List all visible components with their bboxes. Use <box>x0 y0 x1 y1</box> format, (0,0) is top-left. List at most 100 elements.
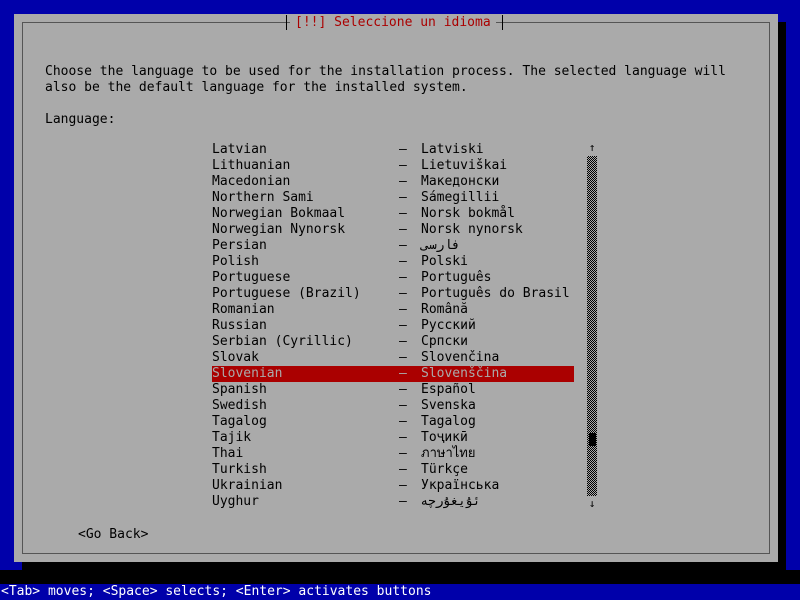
language-english-name: Thai <box>212 446 244 461</box>
language-english-name: Ukrainian <box>212 478 283 493</box>
language-native-name: Lietuviškai <box>421 158 508 173</box>
language-native-name: Português do Brasil <box>421 286 570 301</box>
language-native-name: Српски <box>421 334 468 349</box>
language-list-item[interactable]: Romanian – Română <box>212 302 574 318</box>
language-english-name: Romanian <box>212 302 275 317</box>
scrollbar-thumb[interactable] <box>589 433 596 446</box>
language-native-name: Македонски <box>421 174 500 189</box>
language-native-name: Slovenčina <box>421 350 500 365</box>
language-native-name: Tagalog <box>421 414 476 429</box>
language-list-item[interactable]: Russian – Русский <box>212 318 574 334</box>
language-english-name: Norwegian Bokmaal <box>212 206 346 221</box>
language-native-name: Українська <box>421 478 500 493</box>
language-separator-dash: – <box>399 462 407 477</box>
language-english-name: Lithuanian <box>212 158 291 173</box>
language-separator-dash: – <box>399 382 407 397</box>
language-native-name: فارسی <box>421 238 461 253</box>
language-list-item[interactable]: Serbian (Cyrillic) – Српски <box>212 334 574 350</box>
language-list-item[interactable]: Uyghur – ئۇيغۇرچە <box>212 494 574 510</box>
language-english-name: Portuguese (Brazil) <box>212 286 361 301</box>
language-native-name: Türkçe <box>421 462 468 477</box>
scrollbar-trough[interactable] <box>587 156 597 496</box>
title-tick-right <box>502 15 503 30</box>
language-native-name: Latviski <box>421 142 484 157</box>
language-separator-dash: – <box>399 270 407 285</box>
language-separator-dash: – <box>399 254 407 269</box>
language-native-name: Тоҷикӣ <box>421 430 468 445</box>
language-list-item[interactable]: Slovak – Slovenčina <box>212 350 574 366</box>
language-separator-dash: – <box>399 238 407 253</box>
installer-screen: [!!] Seleccione un idioma Choose the lan… <box>0 0 800 600</box>
language-native-name: Polski <box>421 254 468 269</box>
language-english-name: Macedonian <box>212 174 291 189</box>
language-native-name: Norsk bokmål <box>421 206 515 221</box>
language-separator-dash: – <box>399 142 407 157</box>
language-separator-dash: – <box>399 478 407 493</box>
language-list-item[interactable]: Tagalog – Tagalog <box>212 414 574 430</box>
language-english-name: Serbian (Cyrillic) <box>212 334 353 349</box>
language-english-name: Tagalog <box>212 414 267 429</box>
language-english-name: Northern Sami <box>212 190 314 205</box>
language-separator-dash: – <box>399 318 407 333</box>
language-english-name: Slovenian <box>212 366 283 381</box>
language-native-name: Português <box>421 270 492 285</box>
language-separator-dash: – <box>399 158 407 173</box>
language-native-name: Slovenščina <box>421 366 508 381</box>
language-native-name: Русский <box>421 318 476 333</box>
language-list-item[interactable]: Macedonian – Македонски <box>212 174 574 190</box>
language-native-name: ภาษาไทย <box>421 446 476 461</box>
language-separator-dash: – <box>399 430 407 445</box>
language-native-name: Sámegillii <box>421 190 500 205</box>
scroll-up-arrow-icon[interactable]: ↑ <box>586 142 598 154</box>
language-list-item[interactable]: Portuguese (Brazil) – Português do Brasil <box>212 286 574 302</box>
language-english-name: Persian <box>212 238 267 253</box>
language-native-name: Română <box>421 302 468 317</box>
language-list-item[interactable]: Spanish – Español <box>212 382 574 398</box>
language-english-name: Spanish <box>212 382 267 397</box>
language-list-item[interactable]: Swedish – Svenska <box>212 398 574 414</box>
keyboard-hint-statusbar: <Tab> moves; <Space> selects; <Enter> ac… <box>0 584 800 600</box>
intro-text-line-1: Choose the language to be used for the i… <box>45 64 726 79</box>
language-native-name: Norsk nynorsk <box>421 222 523 237</box>
language-list-item[interactable]: Latvian – Latviski <box>212 142 574 158</box>
language-separator-dash: – <box>399 494 407 509</box>
language-list-item[interactable]: Portuguese – Português <box>212 270 574 286</box>
language-english-name: Portuguese <box>212 270 291 285</box>
language-list-item[interactable]: Thai – ภาษาไทย <box>212 446 574 462</box>
language-separator-dash: – <box>399 334 407 349</box>
language-english-name: Norwegian Nynorsk <box>212 222 346 237</box>
language-list-item[interactable]: Lithuanian – Lietuviškai <box>212 158 574 174</box>
language-separator-dash: – <box>399 286 407 301</box>
dialog-titlebar: [!!] Seleccione un idioma <box>22 14 770 31</box>
screen-bottom-gap <box>0 570 800 584</box>
language-separator-dash: – <box>399 206 407 221</box>
language-list-item[interactable]: Turkish – Türkçe <box>212 462 574 478</box>
language-field-label: Language: <box>45 112 116 127</box>
language-list-item[interactable]: Persian – فارسی <box>212 238 574 254</box>
language-english-name: Tajik <box>212 430 252 445</box>
language-english-name: Russian <box>212 318 267 333</box>
go-back-button[interactable]: <Go Back> <box>78 527 148 543</box>
language-separator-dash: – <box>399 302 407 317</box>
language-list-item[interactable]: Ukrainian – Українська <box>212 478 574 494</box>
language-english-name: Polish <box>212 254 259 269</box>
language-separator-dash: – <box>399 414 407 429</box>
language-list-item[interactable]: Polish – Polski <box>212 254 574 270</box>
language-list[interactable]: Latvian – Latviski Lithuanian – Lietuviškai Ma… <box>212 142 574 510</box>
language-list-item[interactable]: Tajik – Тоҷикӣ <box>212 430 574 446</box>
title-tick-left <box>286 15 287 30</box>
language-separator-dash: – <box>399 174 407 189</box>
scroll-down-arrow-icon[interactable]: ↓ <box>586 498 598 510</box>
language-list-item[interactable]: Slovenian – Slovenščina <box>212 366 574 382</box>
language-list-item[interactable]: Northern Sami – Sámegillii <box>212 190 574 206</box>
language-english-name: Turkish <box>212 462 267 477</box>
language-native-name: Svenska <box>421 398 476 413</box>
language-separator-dash: – <box>399 446 407 461</box>
language-separator-dash: – <box>399 350 407 365</box>
language-english-name: Uyghur <box>212 494 259 509</box>
language-native-name: ئۇيغۇرچە <box>421 494 481 509</box>
language-list-item[interactable]: Norwegian Bokmaal – Norsk bokmål <box>212 206 574 222</box>
language-list-scrollbar[interactable]: ↑ ↓ <box>586 142 598 510</box>
language-list-item[interactable]: Norwegian Nynorsk – Norsk nynorsk <box>212 222 574 238</box>
language-native-name: Español <box>421 382 476 397</box>
